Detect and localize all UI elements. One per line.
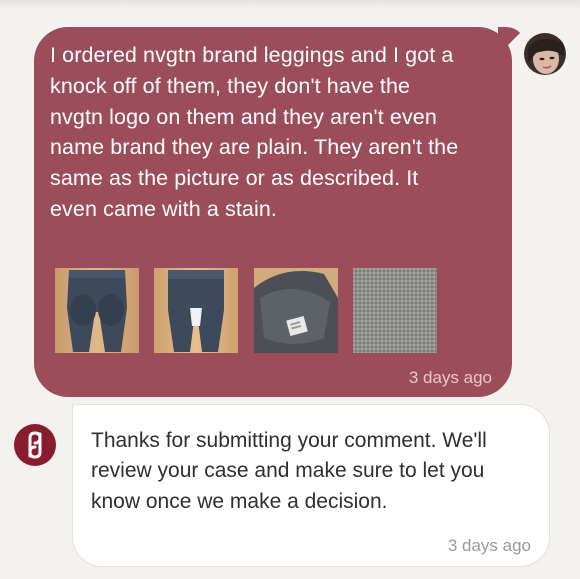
attachment-thumbnail-1[interactable]	[55, 268, 139, 353]
top-divider-shadow	[0, 0, 580, 10]
user-message-bubble: I ordered nvgtn brand leggings and I got…	[34, 27, 512, 397]
attachment-thumbnail-3[interactable]	[254, 268, 338, 353]
reply-message-timestamp: 3 days ago	[447, 536, 531, 555]
attachment-thumbnail-4[interactable]	[353, 268, 437, 353]
attachment-thumbnail-2[interactable]	[154, 268, 238, 353]
user-avatar[interactable]	[524, 33, 566, 75]
poshmark-logo-icon	[14, 424, 56, 466]
reply-message-text: Thanks for submitting your comment. We'l…	[91, 429, 487, 513]
user-message-text: I ordered nvgtn brand leggings and I got…	[50, 43, 459, 221]
reply-message-bubble: Thanks for submitting your comment. We'l…	[72, 404, 550, 567]
user-message-timestamp: 3 days ago	[408, 368, 492, 387]
user-avatar-photo	[524, 33, 566, 75]
